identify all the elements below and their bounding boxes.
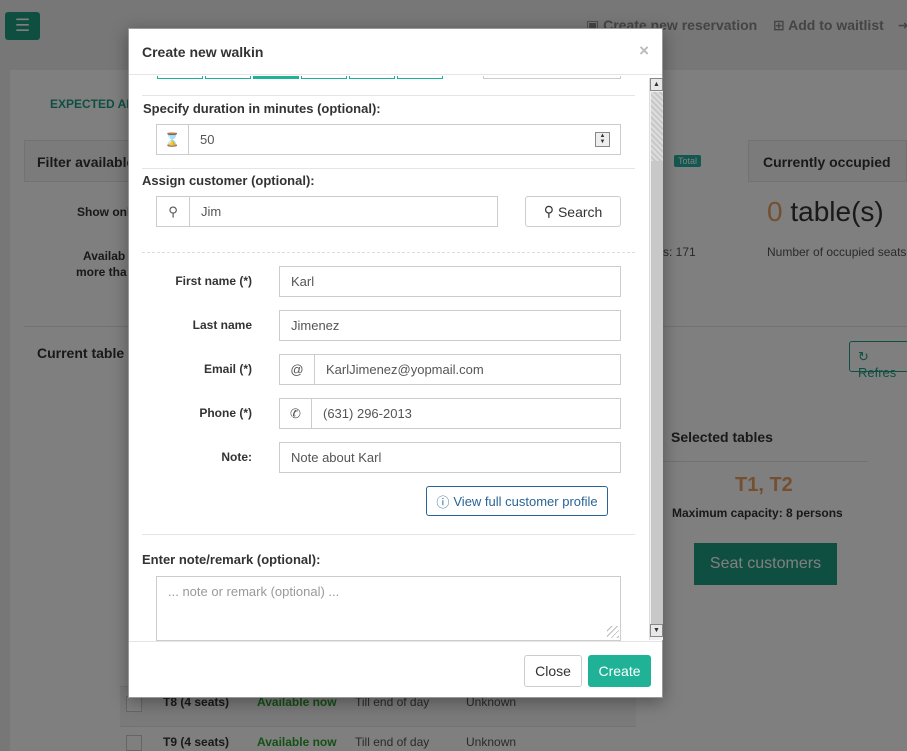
partial-table-button[interactable]: [349, 76, 395, 79]
close-button[interactable]: Close: [524, 655, 582, 687]
phone-icon: ✆: [279, 398, 312, 429]
modal-footer: Close Create: [129, 641, 662, 698]
hourglass-icon: ⌛: [156, 124, 189, 155]
partial-table-button[interactable]: [253, 76, 299, 79]
customer-search-input[interactable]: Jim: [189, 196, 498, 227]
info-icon: ⓘ: [436, 494, 450, 510]
partial-table-button[interactable]: [205, 76, 251, 79]
phone-input[interactable]: (631) 296-2013: [311, 398, 621, 429]
view-profile-button[interactable]: ⓘ View full customer profile: [426, 486, 608, 516]
close-icon[interactable]: ×: [639, 41, 649, 61]
last-name-input[interactable]: Jimenez: [279, 310, 621, 341]
remark-label: Enter note/remark (optional):: [142, 552, 321, 567]
divider: [142, 534, 635, 535]
email-input[interactable]: KarlJimenez@yopmail.com: [314, 354, 621, 385]
at-icon: @: [279, 354, 315, 385]
duration-input[interactable]: 50: [188, 124, 621, 155]
search-button[interactable]: ⚲ Search: [525, 196, 621, 227]
modal-body: Specify duration in minutes (optional): …: [129, 76, 649, 641]
duration-label: Specify duration in minutes (optional):: [143, 101, 381, 116]
search-icon: ⚲: [543, 203, 554, 219]
divider: [142, 95, 635, 96]
partial-input[interactable]: [483, 76, 621, 79]
last-name-label: Last name: [192, 318, 252, 332]
scroll-track[interactable]: [651, 92, 663, 161]
partial-table-button[interactable]: [301, 76, 347, 79]
scroll-down-arrow[interactable]: ▼: [650, 624, 663, 637]
partial-table-button[interactable]: [157, 76, 203, 79]
first-name-input[interactable]: Karl: [279, 266, 621, 297]
resize-handle[interactable]: [607, 626, 619, 638]
search-icon: ⚲: [156, 196, 190, 227]
modal-scrollbar[interactable]: ▲ ▼: [649, 78, 663, 640]
email-label: Email (*): [203, 362, 252, 376]
remark-textarea[interactable]: ... note or remark (optional) ...: [156, 576, 621, 641]
first-name-label: First name (*): [175, 274, 252, 288]
dashed-divider: [142, 252, 635, 253]
modal-title: Create new walkin: [142, 43, 264, 60]
partial-table-button[interactable]: [397, 76, 443, 79]
scroll-up-arrow[interactable]: ▲: [650, 78, 663, 91]
assign-customer-label: Assign customer (optional):: [142, 173, 315, 188]
create-walkin-modal: Create new walkin × Specify duration in …: [128, 28, 663, 698]
scroll-thumb[interactable]: [651, 161, 663, 625]
phone-label: Phone (*): [199, 406, 252, 420]
note-input[interactable]: Note about Karl: [279, 442, 621, 473]
duration-spinner[interactable]: ▲ ▼: [595, 132, 610, 147]
divider: [142, 168, 635, 169]
create-button[interactable]: Create: [588, 655, 651, 687]
modal-header: Create new walkin ×: [129, 29, 662, 75]
note-label: Note:: [221, 450, 252, 464]
